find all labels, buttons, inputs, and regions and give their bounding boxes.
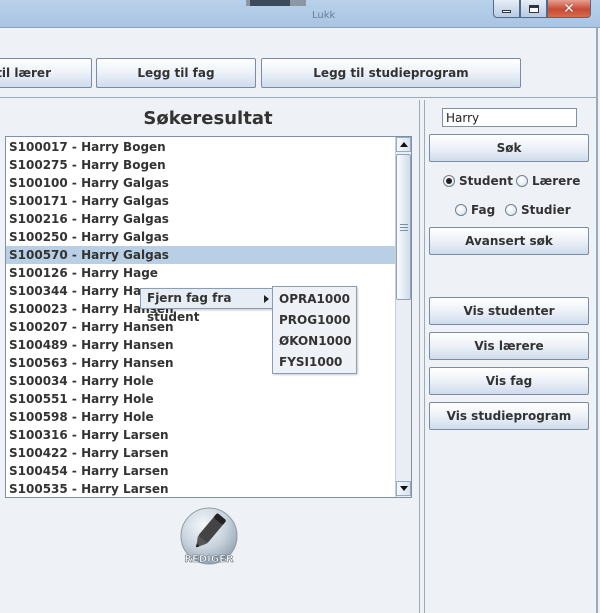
subject-submenu: OPRA1000 PROG1000 ØKON1000 FYSI1000 xyxy=(272,286,357,374)
scroll-up-button[interactable] xyxy=(396,137,411,152)
list-item[interactable]: S100551 - Harry Hole xyxy=(6,390,396,408)
results-panel: Søkeresultat S100017 - Harry Bogen S10027… xyxy=(0,100,420,613)
radio-student[interactable]: Student xyxy=(443,174,513,188)
minimize-icon xyxy=(502,9,511,13)
list-item[interactable]: S100034 - Harry Hole xyxy=(6,372,396,390)
search-panel: Søk Student Lærere Fag Studier Avansert … xyxy=(424,100,598,613)
list-item[interactable]: S100250 - Harry Galgas xyxy=(6,228,396,246)
list-item[interactable]: S100598 - Harry Hole xyxy=(6,408,396,426)
maximize-button[interactable] xyxy=(520,0,547,18)
close-icon: ✕ xyxy=(563,0,575,17)
edit-button[interactable]: REDIGER xyxy=(178,506,240,568)
search-button[interactable]: Søk xyxy=(429,134,589,162)
page-title: Søkeresultat xyxy=(143,108,273,129)
background-window-thumbnail-dark xyxy=(250,0,290,6)
view-programs-button[interactable]: Vis studieprogram xyxy=(429,402,589,430)
context-menu: Fjern fag fra student xyxy=(140,288,273,324)
list-item[interactable]: S100316 - Harry Larsen xyxy=(6,426,396,444)
radio-subject-label: Fag xyxy=(471,203,496,217)
view-students-button[interactable]: Vis studenter xyxy=(429,297,589,325)
submenu-arrow-icon xyxy=(264,295,269,303)
submenu-item[interactable]: ØKON1000 xyxy=(273,331,356,352)
radio-studies[interactable]: Studier xyxy=(505,203,571,217)
close-button[interactable]: ✕ xyxy=(547,0,591,18)
radio-button[interactable] xyxy=(455,204,467,216)
radio-student-label: Student xyxy=(459,174,513,188)
add-teacher-button[interactable]: Legg til lærer xyxy=(0,58,92,88)
pencil-icon: REDIGER xyxy=(180,507,238,565)
grip-icon xyxy=(400,224,408,231)
scroll-down-button[interactable] xyxy=(396,481,411,496)
submenu-item[interactable]: FYSI1000 xyxy=(273,352,356,373)
arrow-up-icon xyxy=(399,142,408,147)
list-item[interactable]: S100454 - Harry Larsen xyxy=(6,462,396,480)
maximize-icon xyxy=(528,4,539,13)
radio-button[interactable] xyxy=(505,204,517,216)
view-subjects-button[interactable]: Vis fag xyxy=(429,367,589,395)
list-item[interactable]: S100126 - Harry Hage xyxy=(6,264,396,282)
add-subject-button[interactable]: Legg til fag xyxy=(96,58,256,88)
radio-studies-label: Studier xyxy=(521,203,571,217)
list-item[interactable]: S100570 - Harry Galgas xyxy=(6,246,396,264)
search-input[interactable] xyxy=(442,108,577,127)
submenu-item[interactable]: PROG1000 xyxy=(273,310,356,331)
radio-teacher[interactable]: Lærere xyxy=(516,174,580,188)
background-window-text: Lukk xyxy=(312,10,336,21)
edit-icon-label: REDIGER xyxy=(184,554,234,565)
scrollbar-thumb[interactable] xyxy=(396,154,411,300)
radio-teacher-label: Lærere xyxy=(532,174,581,188)
add-program-button[interactable]: Legg til studieprogram xyxy=(261,58,521,88)
list-item[interactable]: S100100 - Harry Galgas xyxy=(6,174,396,192)
arrow-down-icon xyxy=(399,486,408,491)
list-item[interactable]: S100216 - Harry Galgas xyxy=(6,210,396,228)
list-item[interactable]: S100017 - Harry Bogen xyxy=(6,138,396,156)
view-teachers-button[interactable]: Vis lærere xyxy=(429,332,589,360)
radio-button-checked[interactable] xyxy=(443,175,455,187)
list-item[interactable]: S100535 - Harry Larsen xyxy=(6,480,396,497)
vertical-scrollbar[interactable] xyxy=(395,137,411,497)
remove-subject-menu-item[interactable]: Fjern fag fra student xyxy=(141,289,272,324)
list-item[interactable]: S100275 - Harry Bogen xyxy=(6,156,396,174)
advanced-search-button[interactable]: Avansert søk xyxy=(429,227,589,255)
radio-subject[interactable]: Fag xyxy=(455,203,495,217)
radio-button[interactable] xyxy=(516,175,528,187)
window-titlebar: Lukk ✕ xyxy=(0,0,600,28)
list-item[interactable]: S100171 - Harry Galgas xyxy=(6,192,396,210)
list-item[interactable]: S100422 - Harry Larsen xyxy=(6,444,396,462)
toolbar: Legg til lærer Legg til fag Legg til stu… xyxy=(0,28,598,98)
submenu-item[interactable]: OPRA1000 xyxy=(273,289,356,310)
minimize-button[interactable] xyxy=(493,0,520,18)
